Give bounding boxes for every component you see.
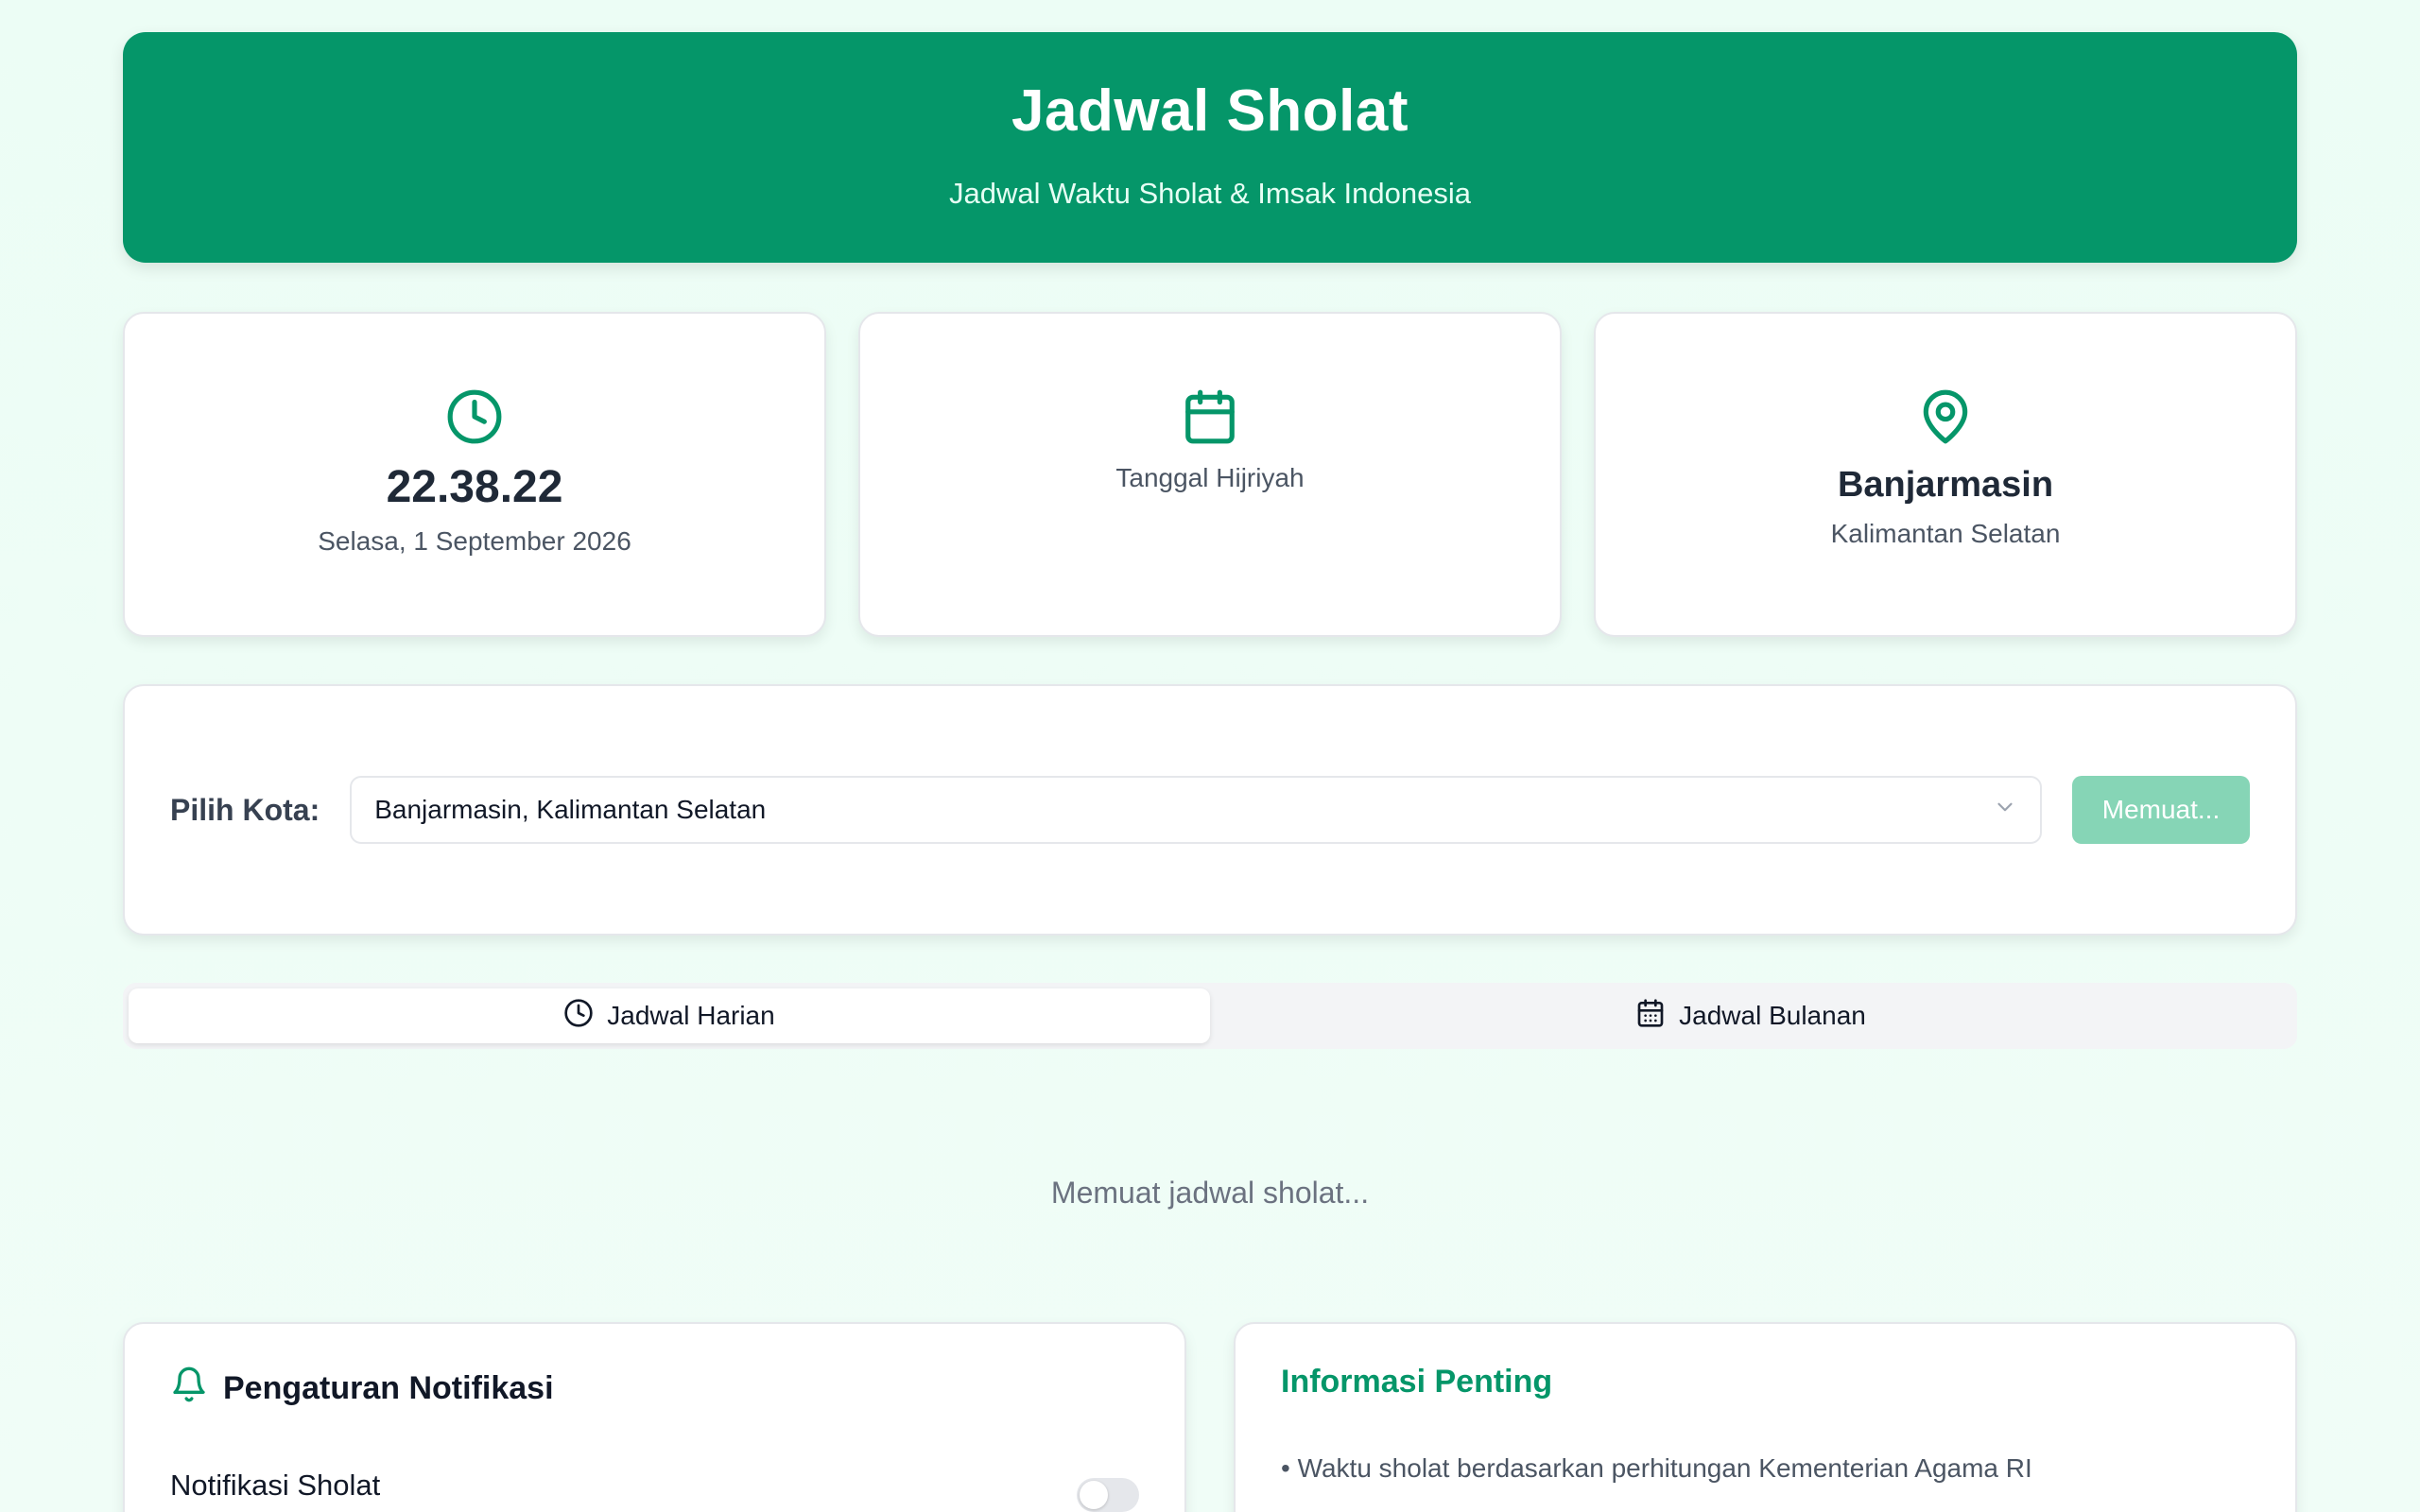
loading-message: Memuat jadwal sholat... [1050,1176,1370,1210]
bottom-panels: Pengaturan Notifikasi Notifikasi Sholat … [123,1322,2297,1512]
city-select-value: Banjarmasin, Kalimantan Selatan [374,795,767,824]
info-cards: 22.38.22 Selasa, 1 September 2026 Tangga… [123,312,2297,637]
clock-card: 22.38.22 Selasa, 1 September 2026 [123,312,826,637]
city-select[interactable]: Banjarmasin, Kalimantan Selatan [350,776,2042,844]
notification-settings-title: Pengaturan Notifikasi [223,1370,554,1406]
page-title: Jadwal Sholat [1011,77,1409,144]
notification-settings-header: Pengaturan Notifikasi [170,1366,1139,1412]
page-subtitle: Jadwal Waktu Sholat & Imsak Indonesia [949,176,1471,210]
app-header: Jadwal Sholat Jadwal Waktu Sholat & Imsa… [123,32,2297,263]
current-date: Selasa, 1 September 2026 [318,526,631,556]
tab-daily[interactable]: Jadwal Harian [129,988,1210,1043]
app-container: Jadwal Sholat Jadwal Waktu Sholat & Imsa… [123,32,2297,1512]
clock-icon [445,387,504,446]
chevron-down-icon [1993,795,2017,826]
prayer-notification-label: Notifikasi Sholat [170,1469,381,1502]
bell-icon [170,1366,208,1412]
map-pin-icon [1916,387,1975,446]
load-schedule-button[interactable]: Memuat... [2072,776,2250,844]
info-item: • Waktu sholat berdasarkan perhitungan K… [1281,1453,2032,1483]
calendar-icon [1181,387,1239,446]
city-selector-panel: Pilih Kota: Banjarmasin, Kalimantan Sela… [123,684,2297,936]
prayer-notification-row: Notifikasi Sholat [170,1469,1139,1512]
hijri-date-label: Tanggal Hijriyah [1115,463,1305,492]
tab-monthly[interactable]: Jadwal Bulanan [1210,988,2291,1043]
location-card: Banjarmasin Kalimantan Selatan [1594,312,2297,637]
notification-settings-card: Pengaturan Notifikasi Notifikasi Sholat [123,1322,1186,1512]
city-select-label: Pilih Kota: [170,792,320,827]
hijri-card: Tanggal Hijriyah [858,312,1562,637]
important-info-title: Informasi Penting [1281,1364,1553,1400]
tab-daily-label: Jadwal Harian [607,1001,775,1030]
tab-monthly-label: Jadwal Bulanan [1679,1001,1866,1030]
schedule-tabs: Jadwal Harian Jadwal Bulanan [123,983,2297,1049]
prayer-notification-toggle[interactable] [1077,1478,1139,1512]
important-info-card: Informasi Penting • Waktu sholat berdasa… [1234,1322,2297,1512]
current-time: 22.38.22 [386,462,563,512]
calendar-icon [1635,998,1666,1035]
location-province: Kalimantan Selatan [1830,519,2061,548]
clock-icon [563,998,594,1035]
location-city: Banjarmasin [1837,465,2054,505]
